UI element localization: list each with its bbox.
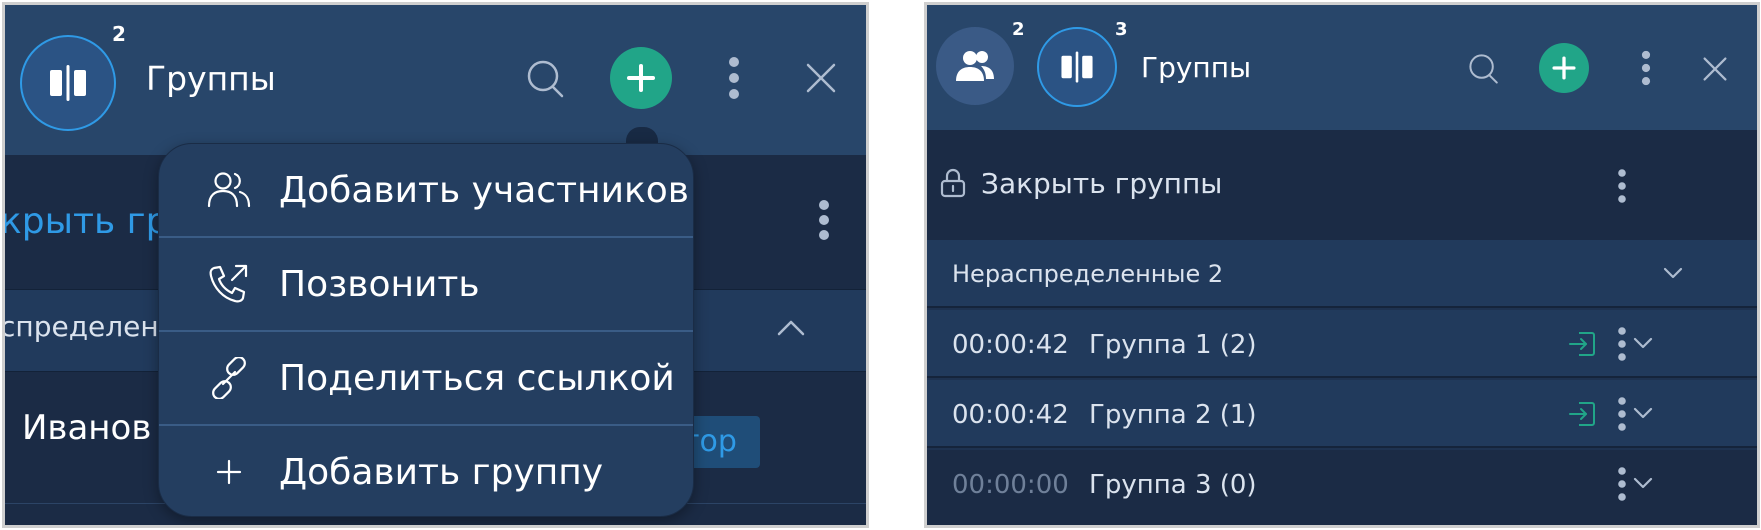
chevron-down-icon — [1633, 407, 1653, 419]
expand-button[interactable] — [1632, 336, 1654, 350]
kebab-menu-icon — [1618, 397, 1626, 431]
menu-item-share-link[interactable]: Поделиться ссылкой — [159, 332, 693, 424]
row-more-button[interactable] — [1615, 326, 1629, 362]
close-button[interactable] — [1702, 56, 1728, 82]
close-button[interactable] — [805, 62, 837, 94]
kebab-menu-icon — [729, 57, 739, 99]
unassigned-label: Нераспределенные 2 — [952, 260, 1224, 288]
kebab-menu-icon — [819, 200, 829, 240]
chevron-down-icon — [1633, 337, 1653, 349]
add-button[interactable] — [1539, 43, 1589, 93]
more-options-button[interactable] — [724, 54, 744, 102]
kebab-menu-icon — [1618, 169, 1626, 203]
row-more-button[interactable] — [1615, 466, 1629, 502]
close-groups-label: Закрыть группы — [981, 167, 1223, 200]
enter-group-button[interactable] — [1567, 400, 1597, 428]
row-more-button[interactable] — [1615, 168, 1629, 204]
panel-title: Группы — [1141, 51, 1252, 84]
group-timer: 00:00:42 — [952, 330, 1069, 360]
close-icon — [1703, 57, 1727, 81]
chevron-down-icon — [1633, 477, 1653, 489]
link-icon — [212, 357, 246, 399]
enter-group-button[interactable] — [1567, 330, 1597, 358]
expand-button[interactable] — [1632, 476, 1654, 490]
search-button[interactable] — [526, 58, 566, 100]
row-more-button[interactable] — [1615, 396, 1629, 432]
group-row[interactable]: 00:00:42 Группа 2 (1) — [927, 380, 1757, 448]
collapse-button[interactable] — [776, 317, 806, 337]
chevron-down-icon — [1663, 267, 1683, 279]
group-name: Группа 2 (1) — [1089, 400, 1257, 430]
split-view-icon — [50, 65, 86, 101]
plus-icon — [216, 459, 242, 485]
menu-item-call[interactable]: Позвонить — [159, 238, 693, 330]
menu-item-label: Добавить участников — [279, 169, 689, 211]
add-dropdown-menu: Добавить участников Позвонить Поделиться… — [158, 143, 694, 517]
participants-count-badge: 2 — [1012, 19, 1025, 40]
expand-button[interactable] — [1632, 406, 1654, 420]
search-icon — [1469, 54, 1498, 84]
lock-icon — [940, 168, 966, 198]
row-more-button[interactable] — [816, 198, 832, 242]
group-name: Группа 1 (2) — [1089, 330, 1257, 360]
groups-panel-with-add-menu: 2 Группы крыть гр спределен Иванов тор Д… — [2, 2, 869, 528]
users-icon — [956, 51, 994, 81]
menu-item-label: Позвонить — [279, 263, 480, 305]
group-name: Группа 3 (0) — [1089, 470, 1257, 500]
split-view-icon — [1061, 51, 1093, 83]
plus-icon — [627, 64, 655, 92]
kebab-menu-icon — [1618, 327, 1626, 361]
groups-count-badge: 2 — [112, 22, 126, 46]
menu-item-add-group[interactable]: Добавить группу — [159, 426, 693, 518]
group-timer: 00:00:42 — [952, 400, 1069, 430]
group-timer: 00:00:00 — [952, 470, 1069, 500]
menu-item-label: Поделиться ссылкой — [279, 357, 675, 399]
participants-button[interactable] — [936, 27, 1014, 105]
groups-toggle-button[interactable] — [20, 35, 116, 131]
search-button[interactable] — [1468, 52, 1500, 86]
enter-icon — [1569, 332, 1595, 356]
chevron-up-icon — [777, 320, 805, 336]
more-options-button[interactable] — [1638, 49, 1654, 87]
close-icon — [806, 63, 836, 93]
kebab-menu-icon — [1618, 467, 1626, 501]
groups-count-badge: 3 — [1115, 19, 1128, 40]
search-icon — [527, 60, 564, 98]
unassigned-label: спределен — [2, 310, 159, 343]
users-icon — [207, 172, 251, 208]
menu-item-label: Добавить группу — [279, 451, 604, 493]
add-button[interactable] — [610, 47, 672, 109]
close-groups-row[interactable]: Закрыть группы — [927, 130, 1757, 240]
groups-panel: 2 3 Группы Закрыть группы Нераспределенн… — [924, 2, 1760, 528]
panel-title: Группы — [146, 59, 276, 98]
enter-icon — [1569, 402, 1595, 426]
group-row[interactable]: 00:00:00 Группа 3 (0) — [927, 450, 1757, 525]
menu-item-add-participants[interactable]: Добавить участников — [159, 144, 693, 236]
participant-name: Иванов — [22, 408, 152, 448]
unassigned-row[interactable]: Нераспределенные 2 — [927, 240, 1757, 308]
expand-button[interactable] — [1662, 266, 1684, 280]
lock-icon-wrap — [939, 167, 967, 199]
plus-icon — [1552, 56, 1576, 80]
close-groups-link[interactable]: крыть гр — [5, 201, 168, 242]
group-row[interactable]: 00:00:42 Группа 1 (2) — [927, 310, 1757, 378]
groups-toggle-button[interactable] — [1037, 27, 1117, 107]
phone-outgoing-icon — [209, 264, 248, 303]
kebab-menu-icon — [1641, 50, 1651, 86]
